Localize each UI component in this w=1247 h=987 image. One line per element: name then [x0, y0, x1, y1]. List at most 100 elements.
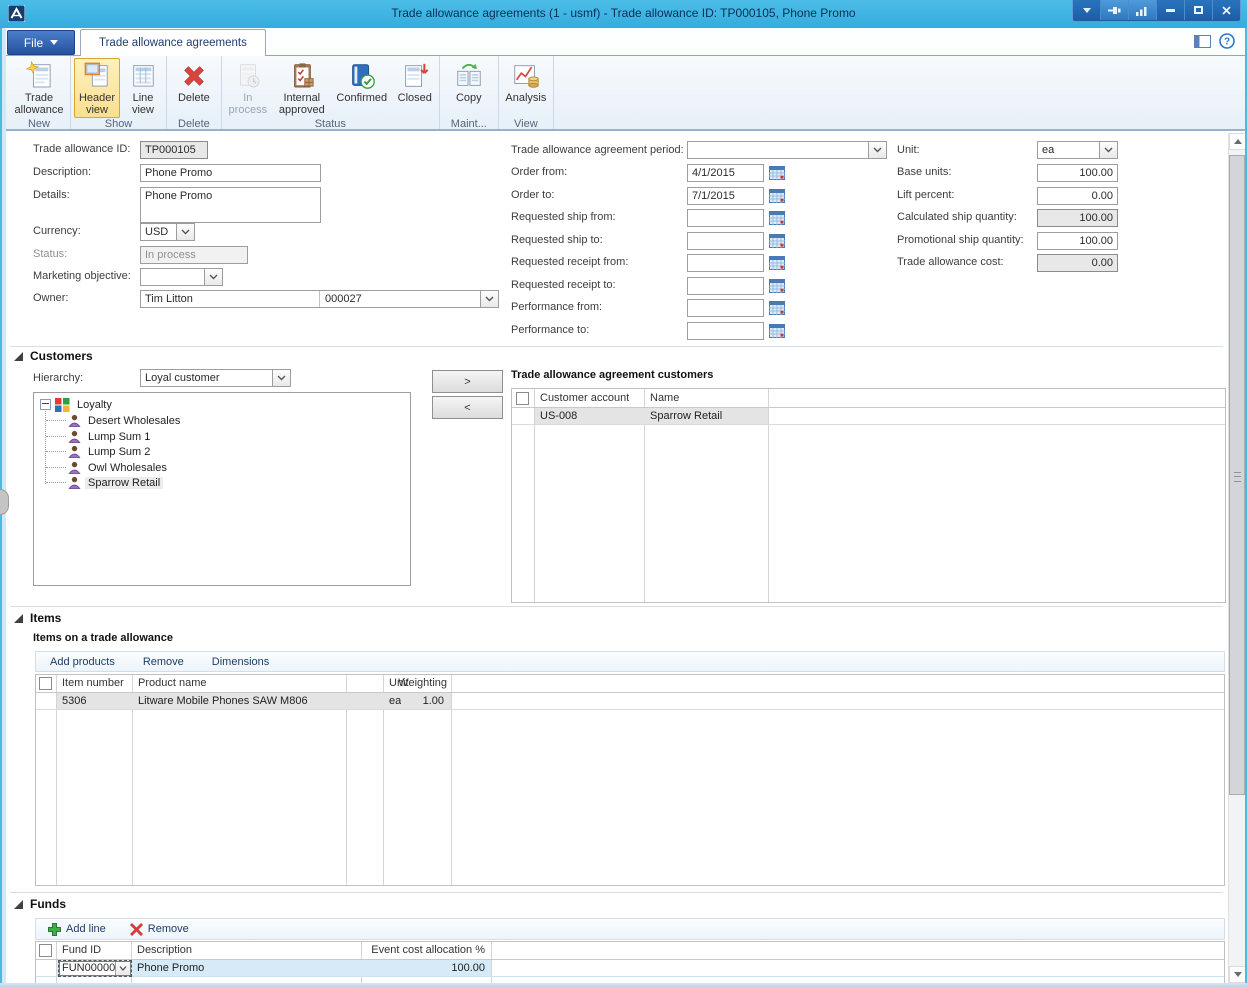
requested-ship-to-field[interactable]	[687, 232, 764, 250]
performance-to-calendar-button[interactable]	[769, 323, 786, 339]
details-field[interactable]: Phone Promo	[140, 187, 321, 223]
ribbon-button-copy[interactable]: Copy	[448, 58, 490, 118]
add-line-button[interactable]: Add line	[36, 923, 118, 936]
move-right-button[interactable]: >	[432, 370, 503, 393]
column-header-name[interactable]: Name	[650, 390, 679, 407]
ribbon-button-trade-allowance[interactable]: Trade allowance	[11, 58, 67, 118]
customers-collapse-icon[interactable]	[14, 352, 23, 361]
lift-percent-field[interactable]: 0.00	[1037, 187, 1118, 205]
ribbon-button-label: Delete	[178, 92, 210, 105]
performance-to-field[interactable]	[687, 322, 764, 340]
owner-select[interactable]: Tim Litton 000027	[140, 290, 499, 308]
hierarchy-select[interactable]: Loyal customer	[140, 369, 291, 387]
ribbon-button-delete[interactable]: Delete	[173, 58, 215, 118]
performance-from-field[interactable]	[687, 299, 764, 317]
dimensions-button[interactable]: Dimensions	[198, 656, 283, 668]
chevron-down-icon[interactable]	[480, 291, 498, 307]
ribbon-button-in-process: In process	[225, 58, 271, 118]
promotional-ship-quantity-field[interactable]: 100.00	[1037, 232, 1118, 250]
description-field[interactable]: Phone Promo	[140, 164, 321, 182]
unit-select[interactable]: ea	[1037, 141, 1118, 159]
tree-item[interactable]: Desert Wholesales	[68, 413, 183, 428]
tab-trade-allowance-agreements[interactable]: Trade allowance agreements	[80, 29, 266, 56]
add-products-button[interactable]: Add products	[36, 656, 129, 668]
section-divider	[10, 892, 1223, 893]
maximize-button[interactable]	[1185, 0, 1213, 20]
tree-root-row[interactable]: Loyalty	[40, 397, 115, 412]
customer-account-cell[interactable]: US-008	[540, 408, 577, 424]
requested-receipt-to-field[interactable]	[687, 277, 764, 295]
currency-select[interactable]: USD	[140, 223, 195, 241]
minimize-button[interactable]	[1157, 0, 1185, 20]
closed-icon	[400, 61, 430, 91]
requested-ship-from-calendar-button[interactable]	[769, 210, 786, 226]
file-menu-button[interactable]: File	[7, 30, 75, 55]
chevron-down-icon[interactable]	[204, 269, 222, 285]
scroll-up-icon	[1234, 139, 1242, 144]
customer-name-cell[interactable]: Sparrow Retail	[650, 408, 722, 424]
chevron-down-icon[interactable]	[176, 224, 194, 240]
fund-allocation-cell[interactable]: 100.00	[36, 960, 485, 976]
in-process-icon	[233, 61, 263, 91]
ribbon-button-header-view[interactable]: Header view	[74, 58, 120, 118]
ribbon-button-analysis[interactable]: Analysis	[502, 58, 550, 118]
ribbon-group-label-view: View	[502, 118, 550, 133]
period-select[interactable]	[687, 141, 887, 159]
order-from-calendar-button[interactable]	[769, 165, 786, 181]
remove-items-button[interactable]: Remove	[129, 656, 198, 668]
close-button[interactable]	[1213, 0, 1240, 20]
trade-allowance-id-field[interactable]: TP000105	[140, 141, 208, 159]
tree-item[interactable]: Owl Wholesales	[68, 460, 170, 475]
chevron-down-icon[interactable]	[272, 370, 290, 386]
order-to-field[interactable]: 7/1/2015	[687, 187, 764, 205]
funds-table: Fund ID Description Event cost allocatio…	[35, 941, 1225, 983]
funds-collapse-icon[interactable]	[14, 900, 23, 909]
ribbon-button-closed[interactable]: Closed	[394, 58, 436, 118]
requested-receipt-from-calendar-button[interactable]	[769, 255, 786, 271]
ribbon-button-label: Confirmed	[336, 92, 387, 105]
scrollbar-thumb[interactable]	[1229, 155, 1245, 795]
marketing-objective-select[interactable]	[140, 268, 223, 286]
order-to-calendar-button[interactable]	[769, 188, 786, 204]
tree-collapse-box[interactable]	[40, 399, 51, 410]
help-button[interactable]: ?	[1219, 33, 1235, 52]
tree-item[interactable]: Lump Sum 2	[68, 444, 153, 459]
ribbon-button-line-view[interactable]: Line view	[123, 58, 163, 118]
order-from-label: Order from:	[511, 166, 567, 178]
performance-from-calendar-button[interactable]	[769, 300, 786, 316]
remove-fund-button[interactable]: Remove	[118, 923, 201, 936]
tree-item-selected[interactable]: Sparrow Retail	[68, 475, 163, 490]
order-from-field[interactable]: 4/1/2015	[687, 164, 764, 182]
requested-ship-to-calendar-button[interactable]	[769, 233, 786, 249]
scroll-up-button[interactable]	[1229, 133, 1246, 150]
column-header-customer-account[interactable]: Customer account	[540, 390, 629, 407]
maximize-icon	[1194, 6, 1203, 14]
chevron-down-icon[interactable]	[1099, 142, 1117, 158]
base-units-field[interactable]: 100.00	[1037, 164, 1118, 182]
move-left-button[interactable]: <	[432, 396, 503, 419]
chevron-down-icon[interactable]	[868, 142, 886, 158]
ribbon-button-internal-approved[interactable]: Internal approved	[274, 58, 330, 118]
window-menu-button[interactable]	[1073, 0, 1101, 20]
scroll-down-button[interactable]	[1229, 966, 1246, 983]
vertical-scrollbar[interactable]	[1228, 133, 1245, 983]
ribbon-button-confirmed[interactable]: Confirmed	[333, 58, 391, 118]
internal-approved-icon	[287, 61, 317, 91]
header-view-icon	[82, 61, 112, 91]
pin-button[interactable]	[1101, 0, 1129, 20]
column-divider	[768, 389, 769, 602]
column-header-allocation[interactable]: Event cost allocation %	[36, 942, 485, 959]
requested-receipt-from-label: Requested receipt from:	[511, 256, 628, 268]
weighting-cell[interactable]: 1.00	[36, 693, 444, 709]
column-header-weighting[interactable]: Weighting	[36, 675, 447, 692]
requested-ship-from-field[interactable]	[687, 209, 764, 227]
performance-to-label: Performance to:	[511, 324, 589, 336]
tree-item[interactable]: Lump Sum 1	[68, 429, 153, 444]
requested-receipt-from-field[interactable]	[687, 254, 764, 272]
requested-receipt-to-calendar-button[interactable]	[769, 278, 786, 294]
items-collapse-icon[interactable]	[14, 614, 23, 623]
close-icon	[1222, 6, 1231, 15]
select-all-checkbox[interactable]	[516, 392, 529, 405]
layout-button[interactable]	[1194, 35, 1211, 51]
connection-status-button[interactable]	[1129, 0, 1157, 20]
